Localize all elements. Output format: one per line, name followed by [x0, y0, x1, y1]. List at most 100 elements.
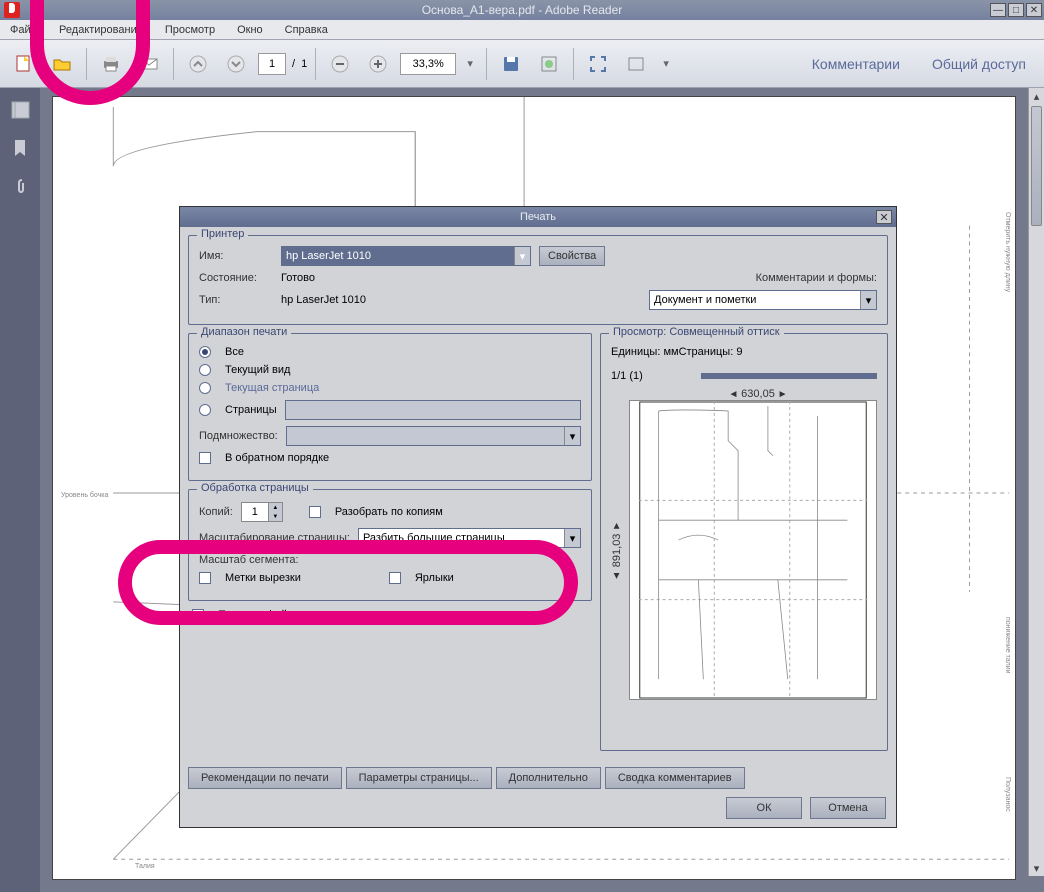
view-dropdown[interactable]: ▾: [658, 48, 674, 80]
range-all-label: Все: [225, 346, 244, 358]
preview-height: 891,03: [611, 533, 623, 567]
collate-checkbox[interactable]: [309, 506, 321, 518]
cut-marks-checkbox[interactable]: [199, 572, 211, 584]
doc-label-waist: Талия: [135, 863, 155, 870]
page-down-button[interactable]: [220, 48, 252, 80]
print-button[interactable]: [95, 48, 127, 80]
comments-forms-value: Документ и пометки: [654, 294, 756, 306]
printing-tips-button[interactable]: Рекомендации по печати: [188, 767, 342, 789]
zoom-in-button[interactable]: [362, 48, 394, 80]
page-indicator: 1/1 (1): [611, 370, 643, 382]
cancel-button[interactable]: Отмена: [810, 797, 886, 819]
menu-file[interactable]: Файл: [4, 22, 43, 38]
dialog-titlebar[interactable]: Печать ✕: [180, 207, 896, 227]
dialog-title: Печать: [180, 211, 896, 223]
chevron-down-icon[interactable]: ▾: [514, 247, 530, 265]
fullscreen-button[interactable]: [582, 48, 614, 80]
copies-label: Копий:: [199, 506, 233, 518]
doc-label-length: Отмерить нужную длину: [1004, 212, 1011, 292]
print-to-file-label: Печать в файл: [218, 609, 294, 621]
vertical-scrollbar[interactable]: ▴ ▾: [1028, 88, 1044, 876]
range-all-radio[interactable]: [199, 346, 211, 358]
print-range-group: Диапазон печати Все Текущий вид Текущая …: [188, 333, 592, 481]
read-mode-button[interactable]: [620, 48, 652, 80]
chevron-down-icon[interactable]: ▾: [564, 427, 580, 445]
bookmarks-icon[interactable]: [10, 138, 30, 158]
scroll-thumb[interactable]: [1031, 106, 1042, 226]
page-setup-button[interactable]: Параметры страницы...: [346, 767, 492, 789]
page-up-button[interactable]: [182, 48, 214, 80]
collate-label: Разобрать по копиям: [335, 506, 443, 518]
attachments-icon[interactable]: [10, 176, 30, 196]
subset-combo[interactable]: ▾: [286, 426, 581, 446]
zoom-out-button[interactable]: [324, 48, 356, 80]
status-label: Состояние:: [199, 272, 273, 284]
printer-name-combo[interactable]: hp LaserJet 1010 ▾: [281, 246, 531, 266]
scaling-label: Масштабирование страницы:: [199, 532, 350, 544]
open-button[interactable]: [46, 48, 78, 80]
menubar: Файл Редактирование Просмотр Окно Справк…: [0, 20, 1044, 40]
convert-button[interactable]: [533, 48, 565, 80]
print-to-file-checkbox[interactable]: [192, 609, 204, 621]
copies-spinner[interactable]: 1▲▼: [241, 502, 283, 522]
page-sep: /: [292, 58, 295, 70]
zoom-input[interactable]: [400, 53, 456, 75]
thumbnails-icon[interactable]: [10, 100, 30, 120]
comments-forms-combo[interactable]: Документ и пометки ▾: [649, 290, 877, 310]
type-value: hp LaserJet 1010: [281, 294, 366, 306]
ok-button[interactable]: ОК: [726, 797, 802, 819]
cut-marks-label: Метки вырезки: [225, 572, 301, 584]
range-current-page-radio[interactable]: [199, 382, 211, 394]
range-current-view-radio[interactable]: [199, 364, 211, 376]
email-button[interactable]: [133, 48, 165, 80]
comments-panel-button[interactable]: Комментарии: [802, 50, 910, 78]
preview-slider[interactable]: [701, 373, 877, 379]
subset-label: Подмножество:: [199, 430, 278, 442]
printer-legend: Принтер: [197, 228, 248, 240]
preview-legend: Просмотр: Совмещенный оттиск: [609, 326, 784, 338]
preview-canvas: [629, 400, 877, 700]
zoom-dropdown[interactable]: ▾: [462, 48, 478, 80]
labels-checkbox[interactable]: [389, 572, 401, 584]
range-current-view-label: Текущий вид: [225, 364, 290, 376]
page-handling-group: Обработка страницы Копий: 1▲▼ Разобрать …: [188, 489, 592, 601]
window-title: Основа_А1-вера.pdf - Adobe Reader: [0, 3, 1044, 17]
save-button[interactable]: [495, 48, 527, 80]
status-value: Готово: [281, 272, 315, 284]
scroll-down-arrow[interactable]: ▾: [1029, 860, 1044, 876]
handling-legend: Обработка страницы: [197, 482, 313, 494]
menu-view[interactable]: Просмотр: [159, 22, 221, 38]
printer-name-value: hp LaserJet 1010: [286, 250, 371, 262]
labels-label: Ярлыки: [415, 572, 454, 584]
printer-group: Принтер Имя: hp LaserJet 1010 ▾ Свойства…: [188, 235, 888, 325]
window-titlebar: Основа_А1-вера.pdf - Adobe Reader — □ ✕: [0, 0, 1044, 20]
range-pages-label: Страницы: [225, 404, 277, 416]
summarize-comments-button[interactable]: Сводка комментариев: [605, 767, 745, 789]
preview-group: Просмотр: Совмещенный оттиск Единицы: мм…: [600, 333, 888, 751]
range-pages-radio[interactable]: [199, 404, 211, 416]
print-dialog: Печать ✕ Принтер Имя: hp LaserJet 1010 ▾…: [179, 206, 897, 828]
range-current-page-label: Текущая страница: [225, 382, 319, 394]
menu-edit[interactable]: Редактирование: [53, 22, 149, 38]
reverse-order-label: В обратном порядке: [225, 452, 329, 464]
comments-forms-label: Комментарии и формы:: [756, 272, 877, 284]
range-legend: Диапазон печати: [197, 326, 291, 338]
doc-label-halfoverlap: Полузанос: [1004, 777, 1011, 812]
preview-width: 630,05: [741, 388, 775, 400]
scaling-value: Разбить большие страницы: [363, 532, 505, 544]
navigation-panel: [0, 88, 40, 892]
menu-help[interactable]: Справка: [279, 22, 334, 38]
current-page-input[interactable]: [258, 53, 286, 75]
page-scaling-combo[interactable]: Разбить большие страницы ▾: [358, 528, 581, 548]
share-panel-button[interactable]: Общий доступ: [922, 50, 1036, 78]
doc-label-waist-drop: понижение талии: [1004, 617, 1011, 674]
pages-input[interactable]: [285, 400, 581, 420]
chevron-down-icon[interactable]: ▾: [564, 529, 580, 547]
advanced-button[interactable]: Дополнительно: [496, 767, 601, 789]
chevron-down-icon[interactable]: ▾: [860, 291, 876, 309]
menu-window[interactable]: Окно: [231, 22, 269, 38]
reverse-order-checkbox[interactable]: [199, 452, 211, 464]
properties-button[interactable]: Свойства: [539, 246, 605, 266]
scroll-up-arrow[interactable]: ▴: [1029, 88, 1044, 104]
export-pdf-button[interactable]: [8, 48, 40, 80]
